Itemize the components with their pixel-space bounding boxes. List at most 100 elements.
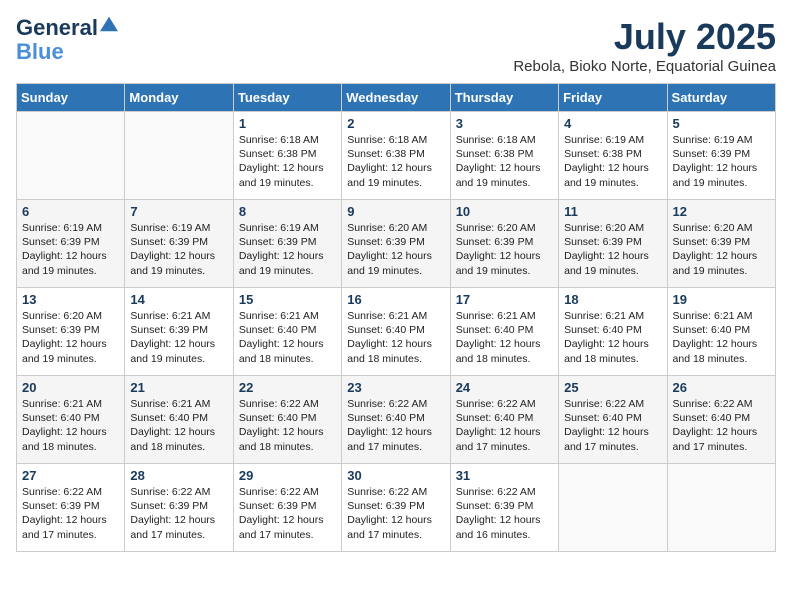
day-info: Sunrise: 6:19 AM Sunset: 6:39 PM Dayligh… (22, 221, 119, 278)
day-number: 27 (22, 468, 119, 483)
day-number: 7 (130, 204, 227, 219)
day-number: 23 (347, 380, 444, 395)
day-number: 21 (130, 380, 227, 395)
day-number: 16 (347, 292, 444, 307)
day-number: 26 (673, 380, 770, 395)
day-number: 10 (456, 204, 553, 219)
calendar-table: SundayMondayTuesdayWednesdayThursdayFrid… (16, 83, 776, 552)
calendar-cell: 29Sunrise: 6:22 AM Sunset: 6:39 PM Dayli… (233, 464, 341, 552)
day-info: Sunrise: 6:20 AM Sunset: 6:39 PM Dayligh… (22, 309, 119, 366)
day-header-saturday: Saturday (667, 84, 775, 112)
day-number: 9 (347, 204, 444, 219)
day-info: Sunrise: 6:18 AM Sunset: 6:38 PM Dayligh… (456, 133, 553, 190)
calendar-cell (125, 112, 233, 200)
day-info: Sunrise: 6:21 AM Sunset: 6:40 PM Dayligh… (347, 309, 444, 366)
calendar-cell: 11 Sunrise: 6:20 AM Sunset: 6:39 PM Dayli… (559, 200, 667, 288)
day-number: 5 (673, 116, 770, 131)
calendar-cell: 14Sunrise: 6:21 AM Sunset: 6:39 PM Dayli… (125, 288, 233, 376)
day-number: 14 (130, 292, 227, 307)
day-number: 25 (564, 380, 661, 395)
day-info: Sunrise: 6:22 AM Sunset: 6:39 PM Dayligh… (456, 485, 553, 542)
calendar-cell: 10 Sunrise: 6:20 AM Sunset: 6:39 PM Dayli… (450, 200, 558, 288)
calendar-cell: 17 Sunrise: 6:21 AM Sunset: 6:40 PM Dayli… (450, 288, 558, 376)
day-number: 30 (347, 468, 444, 483)
day-info: Sunrise: 6:19 AM Sunset: 6:38 PM Dayligh… (564, 133, 661, 190)
day-info: Sunrise: 6:19 AM Sunset: 6:39 PM Dayligh… (239, 221, 336, 278)
calendar-cell: 25 Sunrise: 6:22 AM Sunset: 6:40 PM Dayli… (559, 376, 667, 464)
day-info: Sunrise: 6:19 AM Sunset: 6:39 PM Dayligh… (673, 133, 770, 190)
day-header-monday: Monday (125, 84, 233, 112)
day-info: Sunrise: 6:20 AM Sunset: 6:39 PM Dayligh… (347, 221, 444, 278)
calendar-cell: 3 Sunrise: 6:18 AM Sunset: 6:38 PM Daylig… (450, 112, 558, 200)
logo-icon (100, 15, 118, 33)
day-number: 29 (239, 468, 336, 483)
day-number: 6 (22, 204, 119, 219)
day-info: Sunrise: 6:21 AM Sunset: 6:40 PM Dayligh… (239, 309, 336, 366)
calendar-cell: 27 Sunrise: 6:22 AM Sunset: 6:39 PM Dayli… (17, 464, 125, 552)
day-info: Sunrise: 6:21 AM Sunset: 6:40 PM Dayligh… (22, 397, 119, 454)
day-info: Sunrise: 6:20 AM Sunset: 6:39 PM Dayligh… (564, 221, 661, 278)
day-number: 22 (239, 380, 336, 395)
day-info: Sunrise: 6:18 AM Sunset: 6:38 PM Dayligh… (239, 133, 336, 190)
week-row-5: 27 Sunrise: 6:22 AM Sunset: 6:39 PM Dayli… (17, 464, 776, 552)
calendar-cell: 26Sunrise: 6:22 AM Sunset: 6:40 PM Dayli… (667, 376, 775, 464)
day-number: 11 (564, 204, 661, 219)
week-row-3: 13 Sunrise: 6:20 AM Sunset: 6:39 PM Dayli… (17, 288, 776, 376)
day-number: 1 (239, 116, 336, 131)
week-row-1: 1 Sunrise: 6:18 AM Sunset: 6:38 PM Daylig… (17, 112, 776, 200)
day-header-sunday: Sunday (17, 84, 125, 112)
day-info: Sunrise: 6:21 AM Sunset: 6:40 PM Dayligh… (673, 309, 770, 366)
day-number: 17 (456, 292, 553, 307)
calendar-cell: 19 Sunrise: 6:21 AM Sunset: 6:40 PM Dayli… (667, 288, 775, 376)
day-number: 20 (22, 380, 119, 395)
day-number: 19 (673, 292, 770, 307)
day-info: Sunrise: 6:20 AM Sunset: 6:39 PM Dayligh… (456, 221, 553, 278)
calendar-cell: 24 Sunrise: 6:22 AM Sunset: 6:40 PM Dayli… (450, 376, 558, 464)
day-number: 31 (456, 468, 553, 483)
calendar-cell: 4Sunrise: 6:19 AM Sunset: 6:38 PM Daylig… (559, 112, 667, 200)
day-number: 13 (22, 292, 119, 307)
day-info: Sunrise: 6:22 AM Sunset: 6:40 PM Dayligh… (239, 397, 336, 454)
calendar-cell (559, 464, 667, 552)
calendar-cell: 15 Sunrise: 6:21 AM Sunset: 6:40 PM Dayli… (233, 288, 341, 376)
day-number: 15 (239, 292, 336, 307)
calendar-body: 1 Sunrise: 6:18 AM Sunset: 6:38 PM Daylig… (17, 112, 776, 552)
day-info: Sunrise: 6:21 AM Sunset: 6:40 PM Dayligh… (130, 397, 227, 454)
day-number: 3 (456, 116, 553, 131)
day-info: Sunrise: 6:22 AM Sunset: 6:40 PM Dayligh… (564, 397, 661, 454)
day-info: Sunrise: 6:22 AM Sunset: 6:39 PM Dayligh… (347, 485, 444, 542)
day-number: 2 (347, 116, 444, 131)
calendar-cell: 31 Sunrise: 6:22 AM Sunset: 6:39 PM Dayli… (450, 464, 558, 552)
day-number: 24 (456, 380, 553, 395)
calendar-cell (667, 464, 775, 552)
logo: General Blue (16, 16, 118, 64)
day-number: 28 (130, 468, 227, 483)
day-info: Sunrise: 6:22 AM Sunset: 6:40 PM Dayligh… (456, 397, 553, 454)
page-header: General Blue July 2025 Rebola, Bioko Nor… (16, 16, 776, 75)
day-header-thursday: Thursday (450, 84, 558, 112)
day-info: Sunrise: 6:22 AM Sunset: 6:39 PM Dayligh… (22, 485, 119, 542)
day-info: Sunrise: 6:21 AM Sunset: 6:40 PM Dayligh… (456, 309, 553, 366)
day-header-wednesday: Wednesday (342, 84, 450, 112)
calendar-cell: 8Sunrise: 6:19 AM Sunset: 6:39 PM Daylig… (233, 200, 341, 288)
calendar-cell: 12Sunrise: 6:20 AM Sunset: 6:39 PM Dayli… (667, 200, 775, 288)
day-number: 18 (564, 292, 661, 307)
calendar-cell: 1 Sunrise: 6:18 AM Sunset: 6:38 PM Daylig… (233, 112, 341, 200)
calendar-cell: 6 Sunrise: 6:19 AM Sunset: 6:39 PM Daylig… (17, 200, 125, 288)
day-header-tuesday: Tuesday (233, 84, 341, 112)
calendar-cell (17, 112, 125, 200)
day-info: Sunrise: 6:22 AM Sunset: 6:39 PM Dayligh… (130, 485, 227, 542)
day-info: Sunrise: 6:19 AM Sunset: 6:39 PM Dayligh… (130, 221, 227, 278)
calendar-cell: 30 Sunrise: 6:22 AM Sunset: 6:39 PM Dayli… (342, 464, 450, 552)
calendar-cell: 20 Sunrise: 6:21 AM Sunset: 6:40 PM Dayli… (17, 376, 125, 464)
day-info: Sunrise: 6:21 AM Sunset: 6:40 PM Dayligh… (564, 309, 661, 366)
week-row-4: 20 Sunrise: 6:21 AM Sunset: 6:40 PM Dayli… (17, 376, 776, 464)
logo-text2: Blue (16, 40, 118, 64)
week-row-2: 6 Sunrise: 6:19 AM Sunset: 6:39 PM Daylig… (17, 200, 776, 288)
calendar-cell: 7 Sunrise: 6:19 AM Sunset: 6:39 PM Daylig… (125, 200, 233, 288)
day-info: Sunrise: 6:22 AM Sunset: 6:40 PM Dayligh… (347, 397, 444, 454)
calendar-cell: 18 Sunrise: 6:21 AM Sunset: 6:40 PM Dayli… (559, 288, 667, 376)
calendar-cell: 5 Sunrise: 6:19 AM Sunset: 6:39 PM Daylig… (667, 112, 775, 200)
logo-text: General (16, 16, 98, 40)
location: Rebola, Bioko Norte, Equatorial Guinea (513, 58, 776, 75)
